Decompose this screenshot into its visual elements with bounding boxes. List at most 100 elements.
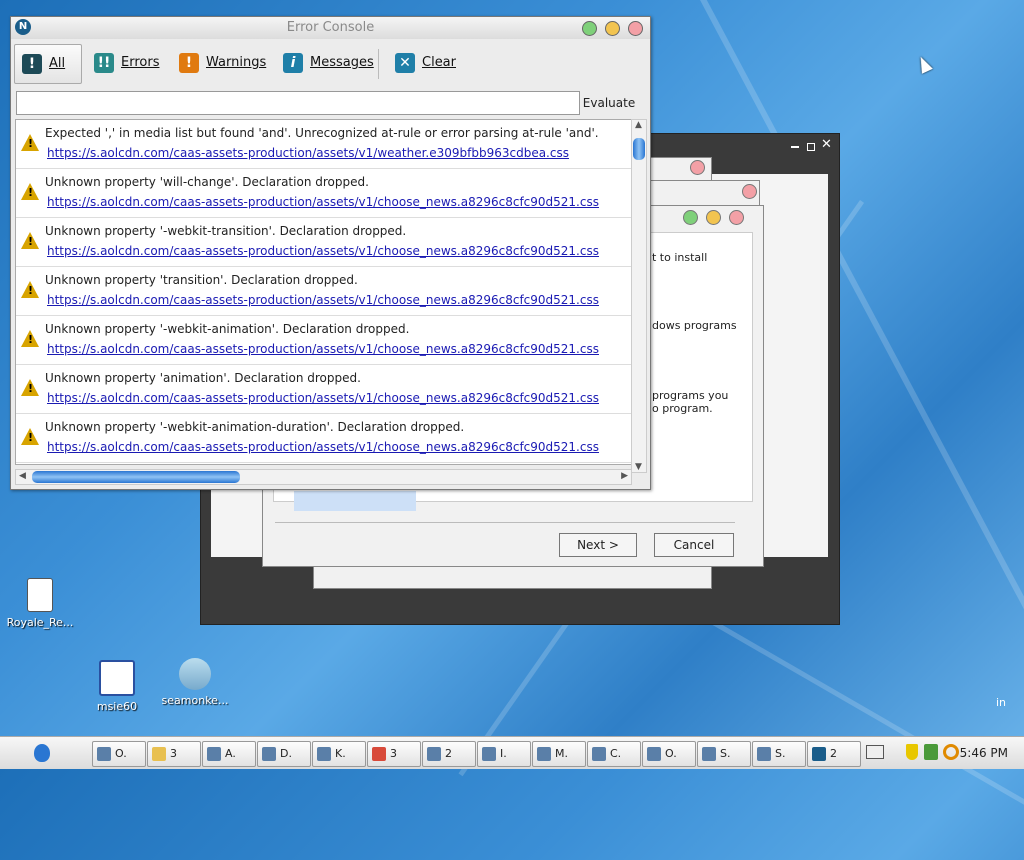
taskbar-button[interactable]: 3 [367,741,421,767]
taskbar-button-label: 3 [170,747,177,760]
warnings-button[interactable]: ! Warnings [172,44,274,82]
message-row[interactable]: ! Unknown property 'animation'. Declarati… [16,365,631,414]
minimize-icon[interactable] [791,146,799,148]
close-icon[interactable] [690,160,705,175]
taskbar-button-label: S. [775,747,786,760]
close-icon[interactable] [729,210,744,225]
message-text: Unknown property '-webkit-animation-dura… [45,420,465,434]
close-icon[interactable] [628,21,643,36]
next-button[interactable]: Next > [559,533,637,557]
message-row[interactable]: ! Unknown property '-webkit-transition'. … [16,218,631,267]
messages-button[interactable]: i Messages [276,44,382,82]
maximize-icon[interactable] [582,21,597,36]
taskbar-button[interactable]: S. [697,741,751,767]
taskbar-button-label: C. [610,747,622,760]
clear-label: Clear [422,55,456,70]
source-link[interactable]: https://s.aolcdn.com/caas-assets-product… [47,440,599,454]
message-row[interactable]: ! Unknown property '-webkit-animation-dur… [16,414,631,463]
keyboard-icon[interactable] [866,745,884,759]
clear-icon: ✕ [395,53,415,73]
desktop-icon-label: seamonke... [161,694,229,707]
cancel-button[interactable]: Cancel [654,533,734,557]
message-row[interactable]: ! Unknown property 'will-change'. Declara… [16,169,631,218]
titlebar[interactable]: N Error Console [11,17,650,39]
taskbar-button[interactable]: O. [92,741,146,767]
app-icon [317,747,331,761]
horizontal-scroll-thumb[interactable] [32,471,240,483]
taskbar-button[interactable]: D. [257,741,311,767]
taskbar-button[interactable]: I. [477,741,531,767]
taskbar-button-label: A. [225,747,236,760]
message-text: Unknown property 'will-change'. Declarat… [45,175,369,189]
taskbar-button[interactable]: A. [202,741,256,767]
desktop-icon-seamonkey[interactable]: seamonke... [155,658,235,707]
warning-icon: ! [179,53,199,73]
app-icon [757,747,771,761]
source-link[interactable]: https://s.aolcdn.com/caas-assets-product… [47,146,569,160]
maximize-icon[interactable] [807,143,815,151]
scroll-down-icon[interactable]: ▼ [635,462,642,472]
taskbar-button[interactable]: 2 [807,741,861,767]
start-apple-icon[interactable] [34,744,50,762]
vertical-scrollbar[interactable]: ▲ ▼ [631,119,647,473]
errors-button[interactable]: !! Errors [87,44,167,82]
clear-button[interactable]: ✕ Clear [388,44,464,82]
installer-divider [275,522,735,523]
close-icon[interactable]: ✕ [821,137,832,152]
installer-text: programs you [652,389,729,402]
taskbar-button[interactable]: O. [642,741,696,767]
message-list[interactable]: ! Expected ',' in media list but found 'a… [15,119,632,465]
taskbar-button-label: I. [500,747,507,760]
taskbar: O. 3 A. D. K. 3 2 I. M. C. O. S. S. 2 5:46 PM [0,736,1024,769]
message-text: Unknown property 'animation'. Declaratio… [45,371,361,385]
minimize-icon[interactable] [605,21,620,36]
taskbar-button-label: K. [335,747,346,760]
taskbar-button-label: 3 [390,747,397,760]
scroll-right-icon[interactable]: ▶ [621,471,628,481]
all-icon: ! [22,54,42,74]
source-link[interactable]: https://s.aolcdn.com/caas-assets-product… [47,342,599,356]
taskbar-button[interactable]: S. [752,741,806,767]
security-shield-icon[interactable] [906,744,918,760]
warning-icon: ! [21,183,39,200]
desktop-icon-royale[interactable]: Royale_Re... [0,578,80,629]
source-link[interactable]: https://s.aolcdn.com/caas-assets-product… [47,244,599,258]
message-row[interactable]: ! Expected ',' in media list but found 'a… [16,120,631,169]
evaluate-input[interactable] [16,91,580,115]
message-row[interactable]: ! Unknown property '-webkit-animation'. D… [16,316,631,365]
taskbar-button[interactable]: C. [587,741,641,767]
all-button[interactable]: ! All [14,44,82,84]
taskbar-button[interactable]: M. [532,741,586,767]
network-icon[interactable] [924,744,938,760]
source-link[interactable]: https://s.aolcdn.com/caas-assets-product… [47,195,599,209]
source-link[interactable]: https://s.aolcdn.com/caas-assets-product… [47,293,599,307]
taskbar-button-label: M. [555,747,568,760]
taskbar-button[interactable]: 2 [422,741,476,767]
scroll-up-icon[interactable]: ▲ [635,120,642,130]
warning-icon: ! [21,428,39,445]
search-icon[interactable] [943,744,959,760]
minimize-icon[interactable] [706,210,721,225]
taskbar-button[interactable]: 3 [147,741,201,767]
scroll-left-icon[interactable]: ◀ [19,471,26,481]
installer-text: dows programs [652,319,737,332]
installer-listbox[interactable] [294,491,416,511]
netscape-icon: N [15,19,31,35]
message-row[interactable]: ! Unknown property 'transition'. Declarat… [16,267,631,316]
horizontal-scrollbar[interactable]: ◀ ▶ [15,469,632,485]
source-link[interactable]: https://s.aolcdn.com/caas-assets-product… [47,391,599,405]
evaluate-button[interactable]: Evaluate [579,91,639,115]
installer-text: t to install [652,251,708,264]
warning-icon: ! [21,281,39,298]
taskbar-button[interactable]: K. [312,741,366,767]
message-text: Unknown property 'transition'. Declarati… [45,273,358,287]
vertical-scroll-thumb[interactable] [633,138,645,160]
close-icon[interactable] [742,184,757,199]
maximize-icon[interactable] [683,210,698,225]
desktop-icon-msie60[interactable]: msie60 [77,660,157,713]
netscape-icon [812,747,826,761]
message-text: Unknown property '-webkit-transition'. D… [45,224,407,238]
window-title: Error Console [286,20,375,35]
taskbar-button-label: O. [115,747,127,760]
messages-label: Messages [310,55,374,70]
